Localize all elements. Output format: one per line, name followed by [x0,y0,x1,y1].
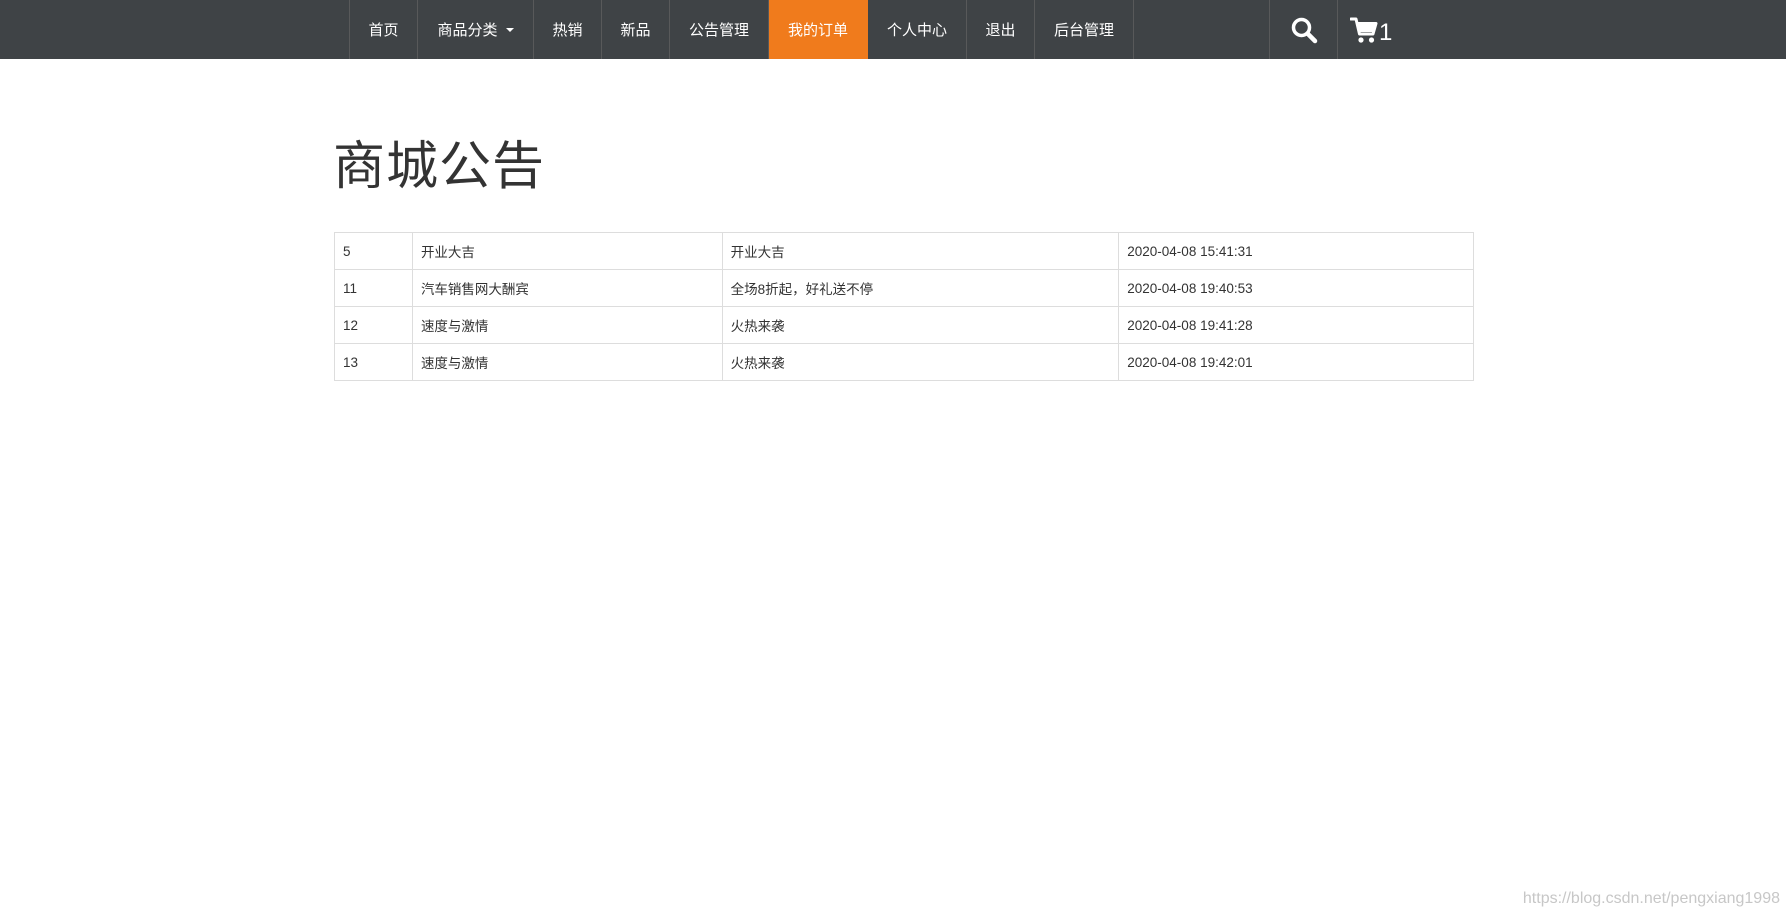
table-row: 13 速度与激情 火热来袭 2020-04-08 19:42:01 [334,343,1474,381]
notice-time: 2020-04-08 19:41:28 [1118,306,1474,344]
notice-title: 汽车销售网大酬宾 [411,269,723,307]
nav-admin-label: 后台管理 [1053,22,1114,39]
notice-id: 13 [334,343,413,381]
nav-notice-management-label: 公告管理 [688,22,749,39]
search-button[interactable] [1270,0,1338,59]
notice-id: 12 [334,306,413,344]
notice-content: 火热来袭 [721,306,1120,344]
table-row: 11 汽车销售网大酬宾 全场8折起，好礼送不停 2020-04-08 19:40… [334,269,1474,307]
nav-hot[interactable]: 热销 [534,0,602,59]
nav-hot-label: 热销 [552,22,583,39]
nav-admin[interactable]: 后台管理 [1035,0,1134,59]
notice-time: 2020-04-08 15:41:31 [1118,232,1474,270]
watermark: https://blog.csdn.net/pengxiang1998 [1522,890,1780,907]
nav-logout-label: 退出 [985,22,1016,39]
notice-time: 2020-04-08 19:42:01 [1118,343,1474,381]
page-title: 商城公告 [333,138,546,196]
notice-id: 5 [334,232,413,270]
notice-content: 全场8折起，好礼送不停 [721,269,1120,307]
notice-title: 速度与激情 [411,306,723,344]
notice-content: 火热来袭 [721,343,1120,381]
nav-home[interactable]: 首页 [350,0,418,59]
caret-down-icon [505,27,514,32]
nav-new[interactable]: 新品 [602,0,670,59]
notice-id: 11 [334,269,413,307]
table-row: 5 开业大吉 开业大吉 2020-04-08 15:41:31 [334,232,1474,270]
nav-tools: 1 [1269,0,1412,59]
notice-title: 速度与激情 [411,343,723,381]
nav-menu: 首页 商品分类 热销 新品 公告管理 我的订单 个人中心 退出 后台管理 [349,0,1134,59]
nav-category-label: 商品分类 [437,22,498,39]
notice-content: 开业大吉 [721,232,1120,270]
nav-my-orders-label: 我的订单 [787,22,848,39]
search-icon [1291,17,1317,43]
nav-profile[interactable]: 个人中心 [868,0,967,59]
cart-button[interactable]: 1 [1338,0,1412,59]
table-row: 12 速度与激情 火热来袭 2020-04-08 19:41:28 [334,306,1474,344]
nav-profile-label: 个人中心 [886,22,947,39]
nav-notice-management[interactable]: 公告管理 [670,0,769,59]
cart-count-badge: 1 [1379,18,1393,46]
nav-new-label: 新品 [620,22,651,39]
nav-category-dropdown[interactable]: 商品分类 [418,0,534,59]
notice-time: 2020-04-08 19:40:53 [1118,269,1474,307]
nav-home-label: 首页 [368,22,399,39]
cart-icon [1350,17,1378,43]
top-navbar: 首页 商品分类 热销 新品 公告管理 我的订单 个人中心 退出 后台管理 1 [0,0,1786,59]
notice-title: 开业大吉 [411,232,723,270]
notice-table: 5 开业大吉 开业大吉 2020-04-08 15:41:31 11 汽车销售网… [334,232,1474,381]
nav-my-orders[interactable]: 我的订单 [769,0,868,59]
nav-logout[interactable]: 退出 [967,0,1035,59]
